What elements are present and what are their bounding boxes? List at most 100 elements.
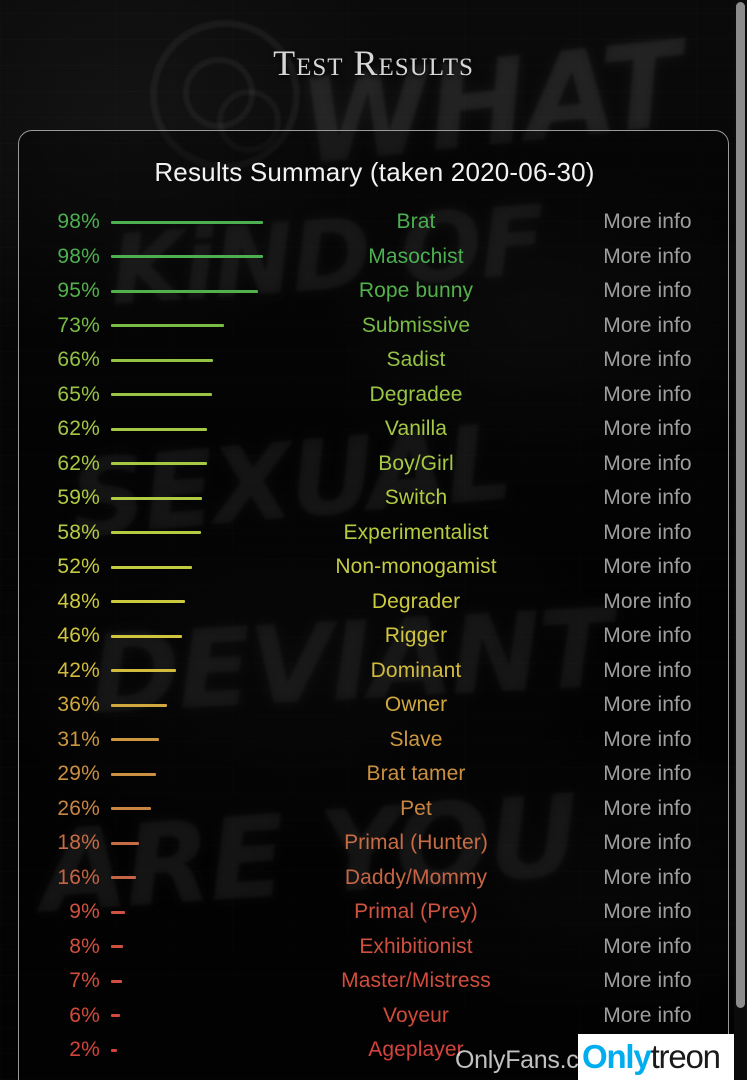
more-info-link[interactable]: More info (565, 969, 728, 993)
result-percentage: 58% (57, 520, 100, 544)
more-info-link[interactable]: More info (565, 866, 728, 890)
result-label: Brat (396, 210, 436, 234)
result-percentage: 98% (57, 244, 100, 268)
result-percentage: 29% (57, 762, 100, 786)
result-bar-cell (111, 600, 291, 604)
result-bar-cell (111, 1048, 291, 1052)
result-percentage: 36% (57, 693, 100, 717)
more-info-link[interactable]: More info (565, 935, 728, 959)
results-list: 98% Brat More info 98% Masochist More info 95%… (19, 205, 728, 1068)
result-row: 58% Experimentalist More info (19, 516, 728, 551)
more-info-link[interactable]: More info (565, 659, 728, 683)
result-percentage: 62% (57, 417, 100, 441)
result-bar (111, 496, 202, 500)
onlytreon-logo-only: Only (582, 1038, 652, 1075)
more-info-link[interactable]: More info (565, 279, 728, 303)
more-info-link[interactable]: More info (565, 521, 728, 545)
result-row: 95% Rope bunny More info (19, 274, 728, 309)
more-info-link[interactable]: More info (565, 486, 728, 510)
result-label: Sadist (386, 348, 446, 372)
page-scrollbar-track[interactable] (734, 0, 747, 1080)
result-bar (111, 462, 207, 466)
page-scrollbar-thumb[interactable] (736, 2, 745, 1008)
result-bar (111, 634, 182, 638)
result-label: Degrader (371, 589, 461, 613)
page-title: Test Results (273, 43, 474, 83)
result-bar-cell (111, 634, 291, 638)
result-row: 42% Dominant More info (19, 654, 728, 689)
onlytreon-logo: Only treon (578, 1034, 747, 1080)
result-row: 9% Primal (Prey) More info (19, 895, 728, 930)
more-info-link[interactable]: More info (565, 624, 728, 648)
result-row: 29% Brat tamer More info (19, 757, 728, 792)
result-bar-cell (111, 220, 291, 224)
result-row: 48% Degrader More info (19, 585, 728, 620)
result-label: Submissive (361, 313, 471, 337)
result-percentage: 42% (57, 658, 100, 682)
result-label: Brat tamer (366, 762, 466, 786)
result-bar (111, 738, 159, 742)
result-label: Daddy/Mommy (344, 865, 488, 889)
result-bar-cell (111, 358, 291, 362)
result-bar (111, 358, 213, 362)
result-label: Slave (389, 727, 443, 751)
more-info-link[interactable]: More info (565, 417, 728, 441)
results-summary-heading: Results Summary (taken 2020-06-30) (154, 157, 595, 187)
result-bar (111, 531, 201, 535)
result-bar-cell (111, 427, 291, 431)
more-info-link[interactable]: More info (565, 590, 728, 614)
result-bar (111, 255, 263, 259)
result-label: Master/Mistress (341, 969, 491, 993)
result-percentage: 59% (57, 486, 100, 510)
more-info-link[interactable]: More info (565, 831, 728, 855)
result-label: Primal (Hunter) (344, 831, 488, 855)
result-row: 16% Daddy/Mommy More info (19, 861, 728, 896)
result-bar (111, 910, 125, 914)
more-info-link[interactable]: More info (565, 348, 728, 372)
result-bar-cell (111, 1014, 291, 1018)
result-label: Boy/Girl (378, 451, 454, 475)
more-info-link[interactable]: More info (565, 555, 728, 579)
more-info-link[interactable]: More info (565, 900, 728, 924)
result-bar-cell (111, 979, 291, 983)
result-row: 59% Switch More info (19, 481, 728, 516)
result-bar (111, 427, 207, 431)
result-percentage: 18% (57, 831, 100, 855)
more-info-link[interactable]: More info (565, 314, 728, 338)
more-info-link[interactable]: More info (565, 383, 728, 407)
result-percentage: 16% (57, 865, 100, 889)
result-label: Pet (400, 796, 432, 820)
result-percentage: 9% (69, 900, 100, 924)
result-row: 26% Pet More info (19, 792, 728, 827)
result-row: 65% Degradee More info (19, 378, 728, 413)
result-percentage: 8% (69, 934, 100, 958)
result-label: Rigger (384, 624, 448, 648)
result-bar (111, 807, 151, 811)
result-bar-cell (111, 255, 291, 259)
more-info-link[interactable]: More info (565, 1004, 728, 1028)
result-percentage: 46% (57, 624, 100, 648)
more-info-link[interactable]: More info (565, 245, 728, 269)
result-bar-cell (111, 289, 291, 293)
result-label: Vanilla (384, 417, 448, 441)
result-percentage: 98% (57, 210, 100, 234)
more-info-link[interactable]: More info (565, 728, 728, 752)
result-label: Experimentalist (343, 520, 489, 544)
result-bar-cell (111, 669, 291, 673)
more-info-link[interactable]: More info (565, 210, 728, 234)
more-info-link[interactable]: More info (565, 797, 728, 821)
result-percentage: 26% (57, 796, 100, 820)
result-percentage: 48% (57, 589, 100, 613)
result-bar-cell (111, 393, 291, 397)
onlytreon-logo-treon: treon (650, 1038, 721, 1075)
result-bar (111, 669, 176, 673)
more-info-link[interactable]: More info (565, 762, 728, 786)
result-label: Non-monogamist (335, 555, 497, 579)
result-label: Switch (384, 486, 448, 510)
result-percentage: 66% (57, 348, 100, 372)
more-info-link[interactable]: More info (565, 452, 728, 476)
result-bar (111, 324, 224, 328)
result-percentage: 73% (57, 313, 100, 337)
result-bar (111, 979, 122, 983)
more-info-link[interactable]: More info (565, 693, 728, 717)
